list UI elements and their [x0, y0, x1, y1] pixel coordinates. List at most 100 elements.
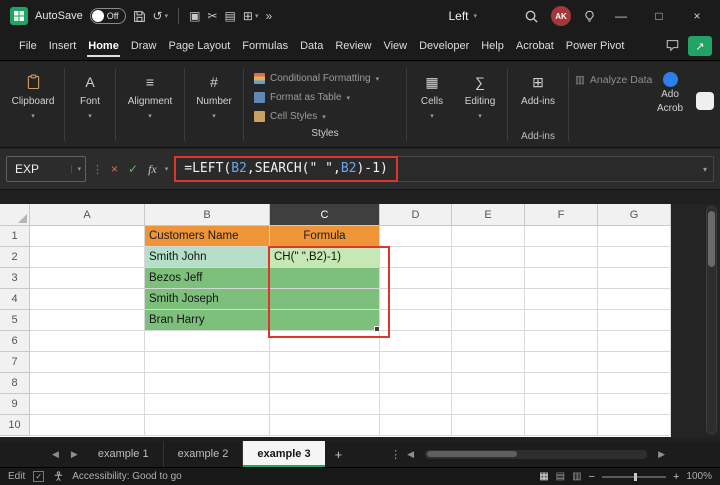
cell-A4[interactable] [30, 289, 145, 310]
row-header-5[interactable]: 5 [0, 310, 30, 331]
zoom-slider-thumb[interactable] [634, 473, 637, 481]
cell-C6[interactable] [270, 331, 380, 352]
hscroll-left-icon[interactable]: ◀ [401, 449, 420, 460]
spelling-check-icon[interactable]: ✓ [33, 471, 44, 482]
cell-C1[interactable]: Formula [270, 226, 380, 247]
vertical-scrollbar[interactable] [706, 206, 717, 434]
editing-group-button[interactable]: ∑ Editing ▾ [455, 64, 505, 145]
cell-A3[interactable] [30, 268, 145, 289]
menu-developer[interactable]: Developer [418, 34, 470, 58]
insert-function-button[interactable]: fx [146, 162, 159, 177]
cell-G6[interactable] [598, 331, 671, 352]
fill-handle[interactable] [374, 326, 380, 332]
cell-B2[interactable]: Smith John [145, 247, 270, 268]
cell-G9[interactable] [598, 394, 671, 415]
vertical-scrollbar-thumb[interactable] [708, 211, 715, 267]
cell-F10[interactable] [525, 415, 598, 436]
horizontal-scrollbar[interactable] [425, 450, 647, 459]
cell-C4[interactable] [270, 289, 380, 310]
row-header-4[interactable]: 4 [0, 289, 30, 310]
menu-review[interactable]: Review [334, 34, 372, 58]
share-button[interactable]: ↗ [688, 36, 712, 56]
maximize-button[interactable]: □ [646, 9, 672, 23]
zoom-out-button[interactable]: − [589, 471, 595, 483]
cell-B1[interactable]: Customers Name [145, 226, 270, 247]
sheet-tab-example-2[interactable]: example 2 [164, 441, 244, 467]
cell-E10[interactable] [452, 415, 525, 436]
comment-icon[interactable] [665, 38, 680, 55]
cell-F7[interactable] [525, 352, 598, 373]
sheet-tab-example-3[interactable]: example 3 [243, 441, 324, 467]
cell-D10[interactable] [380, 415, 452, 436]
menu-formulas[interactable]: Formulas [241, 34, 289, 58]
cell-F2[interactable] [525, 247, 598, 268]
column-header-g[interactable]: G [598, 204, 671, 226]
search-icon[interactable] [524, 9, 539, 24]
cell-B3[interactable]: Bezos Jeff [145, 268, 270, 289]
new-sheet-button[interactable]: + [325, 447, 353, 462]
cell-A5[interactable] [30, 310, 145, 331]
menu-draw[interactable]: Draw [130, 34, 158, 58]
cell-A6[interactable] [30, 331, 145, 352]
cell-C3[interactable] [270, 268, 380, 289]
enter-button[interactable]: ✓ [126, 162, 140, 176]
zoom-in-button[interactable]: + [673, 471, 679, 483]
analyze-data-button[interactable]: ▥ Analyze Data [575, 74, 652, 86]
zoom-level[interactable]: 100% [686, 471, 712, 482]
column-header-e[interactable]: E [452, 204, 525, 226]
row-header-2[interactable]: 2 [0, 247, 30, 268]
cell-F4[interactable] [525, 289, 598, 310]
cell-F9[interactable] [525, 394, 598, 415]
file-title[interactable]: Left▾ [448, 9, 477, 23]
undo-button[interactable]: ↺▾ [153, 10, 169, 22]
close-button[interactable]: × [684, 9, 710, 23]
cell-B9[interactable] [145, 394, 270, 415]
menu-data[interactable]: Data [299, 34, 324, 58]
cell-D7[interactable] [380, 352, 452, 373]
menu-page-layout[interactable]: Page Layout [167, 34, 231, 58]
cell-D3[interactable] [380, 268, 452, 289]
cell-E5[interactable] [452, 310, 525, 331]
column-header-d[interactable]: D [380, 204, 452, 226]
cell-G1[interactable] [598, 226, 671, 247]
cell-F6[interactable] [525, 331, 598, 352]
copy-icon[interactable]: ▣ [189, 10, 200, 22]
cell-C7[interactable] [270, 352, 380, 373]
menu-home[interactable]: Home [87, 34, 120, 58]
column-header-c[interactable]: C [270, 204, 380, 226]
lightbulb-icon[interactable] [583, 10, 596, 23]
column-header-f[interactable]: F [525, 204, 598, 226]
more-commands-icon[interactable]: » [265, 10, 272, 22]
tab-options-icon[interactable]: ⋮ [390, 448, 401, 461]
cell-A7[interactable] [30, 352, 145, 373]
cut-icon[interactable]: ✂ [207, 10, 217, 22]
menu-file[interactable]: File [18, 34, 38, 58]
cell-A1[interactable] [30, 226, 145, 247]
horizontal-scrollbar-thumb[interactable] [427, 451, 517, 457]
menu-view[interactable]: View [382, 34, 408, 58]
format-painter-icon[interactable]: ▤ [225, 10, 236, 22]
cell-E3[interactable] [452, 268, 525, 289]
accessibility-status[interactable]: Accessibility: Good to go [72, 471, 182, 482]
tab-scroll-left-icon[interactable]: ◀ [46, 449, 65, 460]
cell-G8[interactable] [598, 373, 671, 394]
normal-view-icon[interactable]: ▦ [539, 471, 548, 482]
page-break-view-icon[interactable]: ▥ [572, 471, 581, 482]
avatar[interactable]: AK [551, 6, 571, 26]
row-header-10[interactable]: 10 [0, 415, 30, 436]
cell-B5[interactable]: Bran Harry [145, 310, 270, 331]
cell-E7[interactable] [452, 352, 525, 373]
cell-B10[interactable] [145, 415, 270, 436]
cell-B8[interactable] [145, 373, 270, 394]
cell-B7[interactable] [145, 352, 270, 373]
cell-F8[interactable] [525, 373, 598, 394]
row-header-8[interactable]: 8 [0, 373, 30, 394]
menu-power-pivot[interactable]: Power Pivot [565, 34, 626, 58]
page-layout-view-icon[interactable]: ▤ [556, 471, 565, 482]
row-header-6[interactable]: 6 [0, 331, 30, 352]
row-header-1[interactable]: 1 [0, 226, 30, 247]
font-group-button[interactable]: A Font ▾ [67, 64, 113, 145]
partial-ribbon-button[interactable] [696, 92, 714, 110]
sheet-tab-example-1[interactable]: example 1 [84, 441, 164, 467]
cell-C9[interactable] [270, 394, 380, 415]
